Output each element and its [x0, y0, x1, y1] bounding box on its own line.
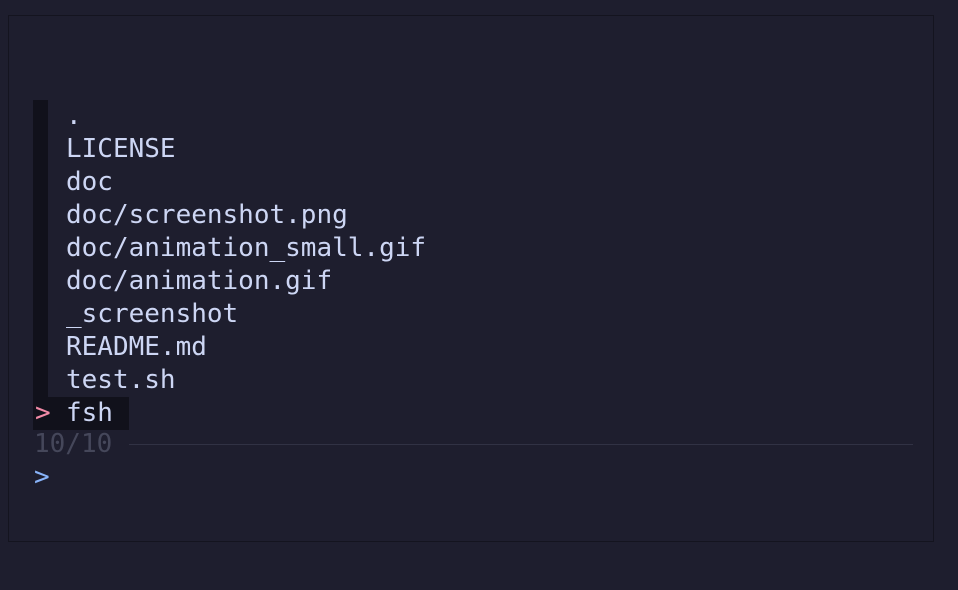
row-gutter — [33, 298, 48, 331]
list-item-label: doc/screenshot.png — [66, 200, 348, 230]
list-item[interactable]: README.md — [33, 331, 207, 364]
prompt-icon: > — [34, 462, 50, 492]
list-item-label: _screenshot — [66, 299, 239, 329]
terminal-window: . LICENSE doc doc/screenshot.png doc/ani… — [8, 15, 934, 542]
query-input[interactable] — [66, 461, 906, 494]
list-item-label: README.md — [66, 332, 207, 362]
file-list: . LICENSE doc doc/screenshot.png doc/ani… — [33, 100, 426, 430]
list-item[interactable]: doc/animation_small.gif — [33, 232, 426, 265]
query-line: > — [33, 461, 913, 494]
list-item[interactable]: . — [33, 100, 127, 133]
row-gutter — [33, 265, 48, 298]
list-item-label: doc — [66, 167, 113, 197]
list-item[interactable]: test.sh — [33, 364, 176, 397]
row-gutter — [33, 199, 48, 232]
separator-line — [129, 444, 913, 445]
list-item-label: . — [66, 101, 82, 131]
list-item[interactable]: doc/animation.gif — [33, 265, 332, 298]
selected-list-item[interactable]: > fsh — [33, 397, 129, 430]
list-item[interactable]: _screenshot — [33, 298, 238, 331]
row-gutter — [33, 331, 48, 364]
selected-item-label: fsh — [66, 398, 113, 428]
list-item-label: doc/animation.gif — [66, 266, 333, 296]
row-gutter — [33, 100, 48, 133]
list-item[interactable]: doc/screenshot.png — [33, 199, 348, 232]
selection-pointer-icon: > — [35, 398, 51, 428]
list-item-label: doc/animation_small.gif — [66, 233, 427, 263]
row-gutter — [33, 133, 48, 166]
list-item-label: LICENSE — [66, 134, 176, 164]
row-gutter — [33, 166, 48, 199]
list-item[interactable]: LICENSE — [33, 133, 176, 166]
row-gutter — [33, 364, 48, 397]
status-line: 10/10 — [33, 428, 913, 461]
list-item-label: test.sh — [66, 365, 176, 395]
match-count: 10/10 — [34, 429, 113, 459]
list-item[interactable]: doc — [33, 166, 127, 199]
row-gutter — [33, 232, 48, 265]
